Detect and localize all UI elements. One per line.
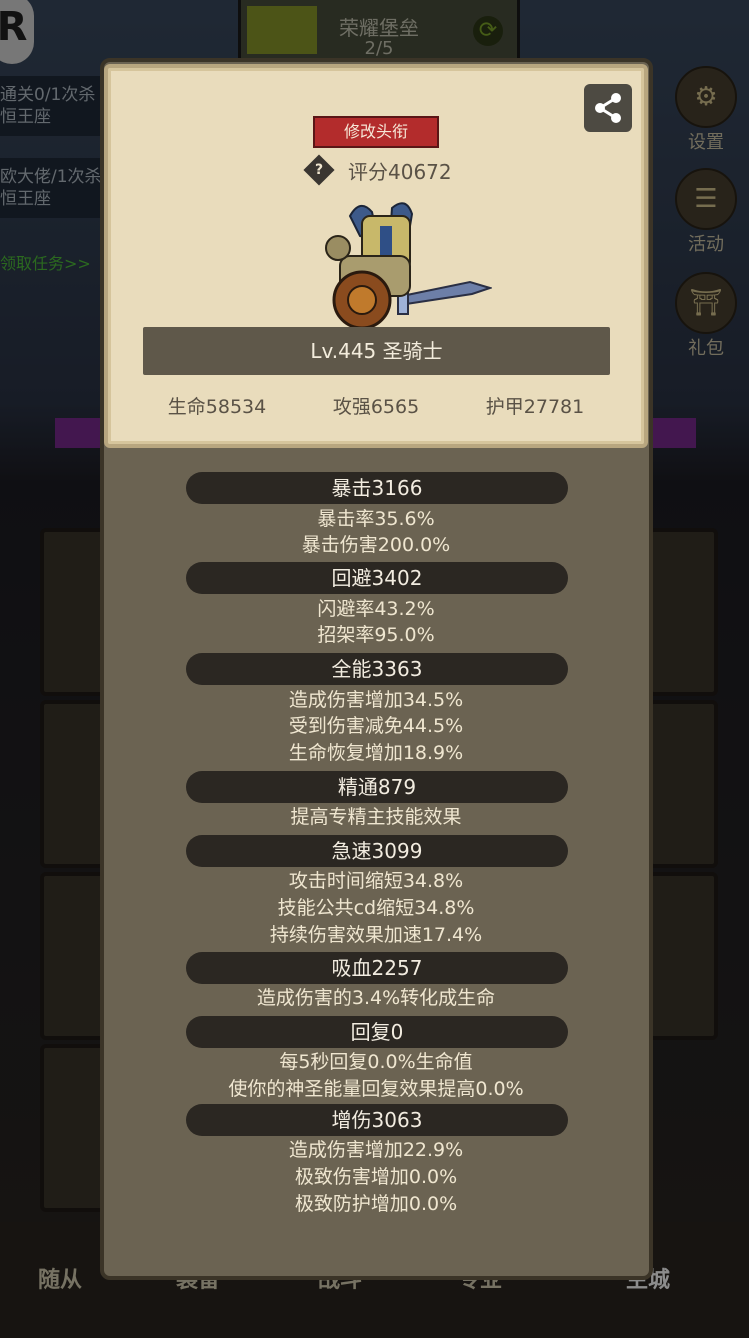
attr-line: 技能公共cd缩短34.8% (277, 897, 475, 919)
paladin-hero-sprite (325, 202, 492, 330)
level-class-label: Lv.445 圣骑士 (143, 327, 610, 375)
share-icon (595, 93, 621, 123)
attr-line: 攻击时间缩短34.8% (288, 870, 464, 892)
attr-line: 极致防护增加0.0% (294, 1193, 458, 1215)
stat-health: 生命58534 (167, 396, 267, 418)
attr-line: 提高专精主技能效果 (290, 806, 462, 828)
stat-armor: 护甲27781 (485, 396, 585, 418)
stat-attack-power: 攻强6565 (332, 396, 420, 418)
attr-header-crit: 暴击3166 (186, 472, 568, 504)
attr-header-versatility: 全能3363 (186, 653, 568, 685)
share-button[interactable] (584, 84, 632, 132)
attr-line: 生命恢复增加18.9% (288, 742, 464, 764)
attr-header-leech: 吸血2257 (186, 952, 568, 984)
attr-line: 使你的神圣能量回复效果提高0.0% (228, 1078, 524, 1100)
attr-line: 每5秒回复0.0%生命值 (279, 1051, 473, 1073)
score-row: ? 评分40672 (302, 154, 452, 186)
attr-line: 造成伤害增加34.5% (288, 689, 464, 711)
attr-line: 造成伤害的3.4%转化成生命 (256, 987, 496, 1009)
attr-header-haste: 急速3099 (186, 835, 568, 867)
attr-header-recovery: 回复0 (186, 1016, 568, 1048)
attr-line: 极致伤害增加0.0% (294, 1166, 458, 1188)
change-title-button[interactable]: 修改头衔 (313, 116, 439, 148)
attr-header-avoidance: 回避3402 (186, 562, 568, 594)
attr-line: 受到伤害减免44.5% (288, 715, 464, 737)
attr-line: 暴击率35.6% (317, 508, 435, 530)
attr-line: 招架率95.0% (317, 624, 435, 646)
attr-header-damage-bonus: 增伤3063 (186, 1104, 568, 1136)
attr-header-mastery: 精通879 (186, 771, 568, 803)
attr-line: 造成伤害增加22.9% (288, 1139, 464, 1161)
attr-line: 闪避率43.2% (317, 598, 435, 620)
help-icon[interactable]: ? (303, 154, 335, 186)
attr-line: 暴击伤害200.0% (301, 534, 451, 556)
attr-line: 持续伤害效果加速17.4% (269, 924, 483, 946)
score-value: 评分40672 (348, 159, 452, 184)
basic-stats: 生命58534 攻强6565 护甲27781 (104, 392, 648, 424)
